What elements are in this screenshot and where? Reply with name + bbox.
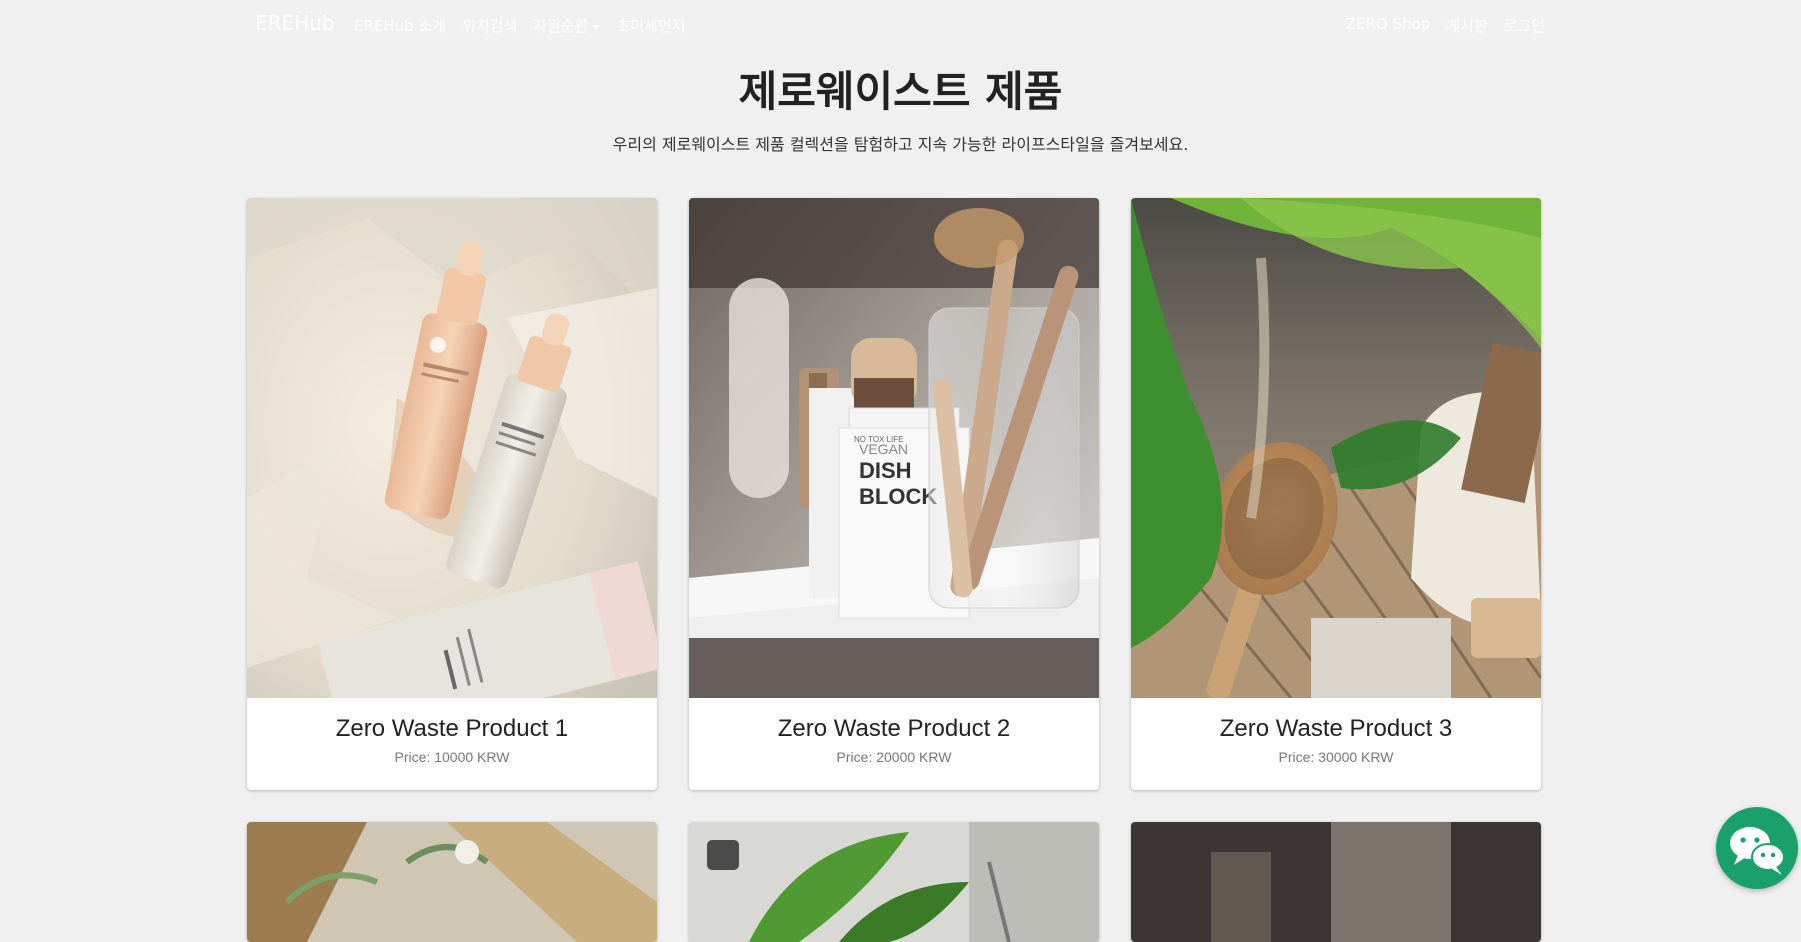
nav-right-group: ZERO Shop 게시판 로그인 — [1346, 15, 1545, 36]
product-image-partial[interactable] — [689, 822, 1099, 942]
product-price: Price: 30000 KRW — [1278, 749, 1394, 765]
product-card[interactable]: Zero Waste Product 3 Price: 30000 KRW — [1131, 198, 1541, 790]
product-image-partial[interactable] — [1131, 822, 1541, 942]
page-title: 제로웨이스트 제품 — [738, 67, 1063, 116]
product-card-body: Zero Waste Product 1 Price: 10000 KRW — [247, 698, 657, 790]
product-card-body: Zero Waste Product 3 Price: 30000 KRW — [1131, 698, 1541, 790]
nav-link-board[interactable]: 게시판 — [1446, 15, 1487, 36]
nav-left-group: EREHub 소개 위치검색 자원순환 초미세먼지 — [354, 15, 685, 36]
nav-link-login[interactable]: 로그인 — [1504, 15, 1545, 36]
page-subtitle: 우리의 제로웨이스트 제품 컬렉션을 탐험하고 지속 가능한 라이프스타일을 즐… — [612, 135, 1189, 154]
wechat-chat-icon — [1730, 827, 1785, 875]
nav-link-about[interactable]: EREHub 소개 — [354, 15, 446, 36]
product-title[interactable]: Zero Waste Product 2 — [689, 715, 1099, 743]
nav-dropdown-recycling-label: 자원순환 — [533, 17, 589, 35]
product-card[interactable]: DISH BLOCK VEGAN NO TOX LIFE Zero Waste … — [689, 198, 1099, 790]
product-image-partial[interactable] — [247, 822, 657, 942]
product-price: Price: 10000 KRW — [394, 749, 510, 765]
svg-text:DISH: DISH — [859, 458, 912, 483]
product-image-dish-block[interactable]: DISH BLOCK VEGAN NO TOX LIFE — [689, 198, 1099, 698]
svg-text:BLOCK: BLOCK — [859, 484, 937, 509]
product-title[interactable]: Zero Waste Product 1 — [247, 715, 657, 743]
product-price: Price: 20000 KRW — [836, 749, 952, 765]
product-card[interactable]: Zero Waste Product 1 Price: 10000 KRW — [247, 198, 657, 790]
nav-link-fine-dust[interactable]: 초미세먼지 — [616, 15, 685, 36]
product-title[interactable]: Zero Waste Product 3 — [1131, 715, 1541, 743]
product-image-hairbrush[interactable] — [1131, 198, 1541, 698]
product-image-skincare[interactable] — [247, 198, 657, 698]
brand-logo-link[interactable]: EREHub — [255, 11, 335, 35]
product-card-body: Zero Waste Product 2 Price: 20000 KRW — [689, 698, 1099, 790]
nav-dropdown-recycling[interactable]: 자원순환 — [533, 15, 601, 36]
product-card-partial[interactable] — [689, 822, 1099, 942]
nav-link-zero-shop[interactable]: ZERO Shop — [1346, 15, 1430, 36]
nav-link-location-search[interactable]: 위치검색 — [462, 15, 517, 36]
chat-button[interactable] — [1716, 807, 1798, 889]
top-navbar: EREHub EREHub 소개 위치검색 자원순환 초미세먼지 ZERO Sh… — [0, 0, 1801, 48]
chevron-down-icon — [592, 24, 601, 29]
product-card-partial[interactable] — [1131, 822, 1541, 942]
image-badge-icon[interactable] — [707, 840, 739, 870]
product-card-partial[interactable] — [247, 822, 657, 942]
svg-text:NO TOX LIFE: NO TOX LIFE — [854, 435, 904, 444]
